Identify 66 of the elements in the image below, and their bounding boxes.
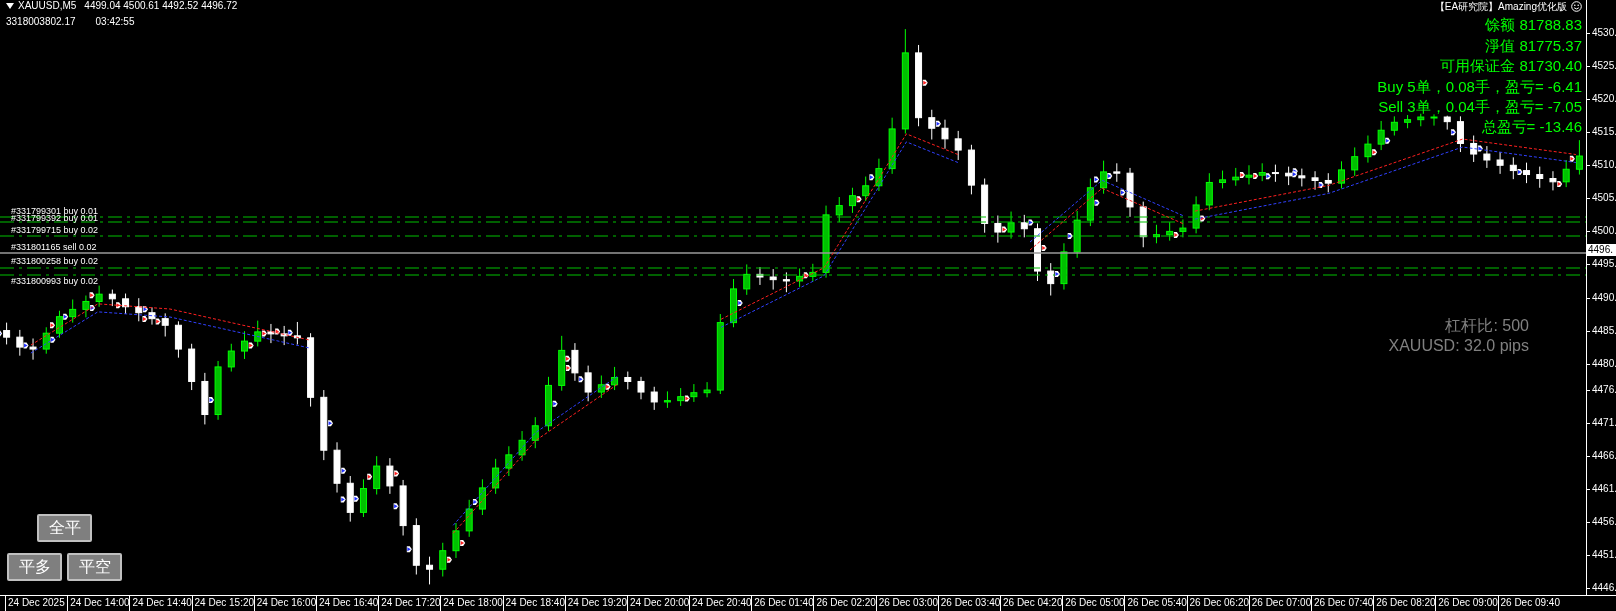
order-label: #331799392 buy 0.01: [11, 214, 99, 223]
time-label: 24 Dec 18:00: [440, 596, 503, 611]
time-label: 24 Dec 20:40: [689, 596, 752, 611]
close-button[interactable]: 全平: [37, 514, 92, 542]
time-label: 24 Dec 2025: [5, 596, 68, 611]
account-number: 3318003802.17: [6, 16, 76, 28]
time-label: 24 Dec 20:00: [626, 596, 690, 611]
price-label: 4495.: [1591, 258, 1616, 271]
price-label: 4461.: [1591, 483, 1616, 496]
account-info-text: Sell 3单，0.04手，盈亏= -7.05: [1378, 97, 1582, 115]
time-label: 26 Dec 09:00: [1435, 596, 1498, 611]
time-label: 26 Dec 04:20: [1000, 596, 1063, 611]
price-label: 4480.: [1591, 357, 1616, 370]
price-label: 4525.: [1591, 60, 1616, 73]
close-button[interactable]: 平多: [7, 553, 62, 581]
order-label: #331800258 buy 0.02: [11, 257, 99, 266]
time-label: 03:42:55: [95, 16, 135, 28]
info-text: 杠杆比: 500: [1444, 316, 1529, 336]
price-label: 4505.: [1591, 192, 1616, 205]
price-label: 4510.: [1591, 159, 1616, 172]
price-label: 4466.: [1591, 450, 1616, 463]
time-label: 26 Dec 05:00: [1062, 596, 1125, 611]
time-label: 26 Dec 03:40: [937, 596, 1000, 611]
price-label: 4485.: [1591, 324, 1616, 337]
time-label: 24 Dec 16:40: [315, 596, 379, 611]
time-label: 26 Dec 08:20: [1373, 596, 1436, 611]
account-info-text: 可用保证金 81730.40: [1440, 57, 1582, 75]
current-price-label: 4496.: [1586, 244, 1616, 257]
time-label: 26 Dec 03:00: [875, 596, 938, 611]
order-label: #331801165 sell 0.02: [11, 243, 97, 252]
symbol-label: XAUUSD,M5: [18, 0, 77, 12]
time-label: 24 Dec 17:20: [378, 596, 441, 611]
time-label: 26 Dec 07:00: [1248, 596, 1311, 611]
price-label: 4471.: [1591, 417, 1616, 430]
close-button[interactable]: 平空: [67, 553, 122, 581]
time-label: 26 Dec 06:20: [1186, 596, 1249, 611]
info-text: XAUUSD: 32.0 pips: [1388, 336, 1529, 356]
account-info-text: 淨值 81775.37: [1485, 36, 1582, 54]
time-label: 24 Dec 18:40: [502, 596, 565, 611]
price-label: 4530.: [1591, 27, 1616, 40]
account-info-text: 馀额 81788.83: [1485, 16, 1582, 34]
price-label: 4446.: [1591, 582, 1616, 595]
ohlc-label: 4499.04 4500.61 4492.52 4496.72: [84, 0, 238, 12]
price-label: 4515.: [1591, 126, 1616, 139]
price-label: 4520.: [1591, 93, 1616, 106]
time-label: 26 Dec 01:40: [751, 596, 814, 611]
order-label: #331800993 buy 0.02: [11, 277, 99, 286]
time-label: 26 Dec 05:40: [1124, 596, 1187, 611]
order-label: #331799301 buy 0.01: [11, 207, 99, 216]
order-label: #331799715 buy 0.02: [11, 226, 99, 235]
time-label: 24 Dec 14:00: [67, 596, 130, 611]
account-info-text: Buy 5单，0.08手，盈亏= -6.41: [1377, 77, 1582, 95]
time-label: 24 Dec 19:20: [564, 596, 627, 611]
price-label: 4476.: [1591, 384, 1616, 397]
price-label: 4500.: [1591, 225, 1616, 238]
time-label: 24 Dec 14:40: [129, 596, 192, 611]
time-label: 26 Dec 02:20: [813, 596, 876, 611]
time-label: 24 Dec 15:20: [191, 596, 254, 611]
time-label: 24 Dec 16:00: [253, 596, 316, 611]
panel-title: 【EA研究院】Amazing优化版: [1434, 0, 1567, 13]
price-label: 4456.: [1591, 516, 1616, 529]
account-info-text: 总盈亏= -13.46: [1481, 118, 1582, 136]
time-label: 26 Dec 09:40: [1497, 596, 1560, 611]
price-label: 4490.: [1591, 291, 1616, 304]
price-label: 4451.: [1591, 549, 1616, 562]
time-label: 26 Dec 07:40: [1310, 596, 1374, 611]
